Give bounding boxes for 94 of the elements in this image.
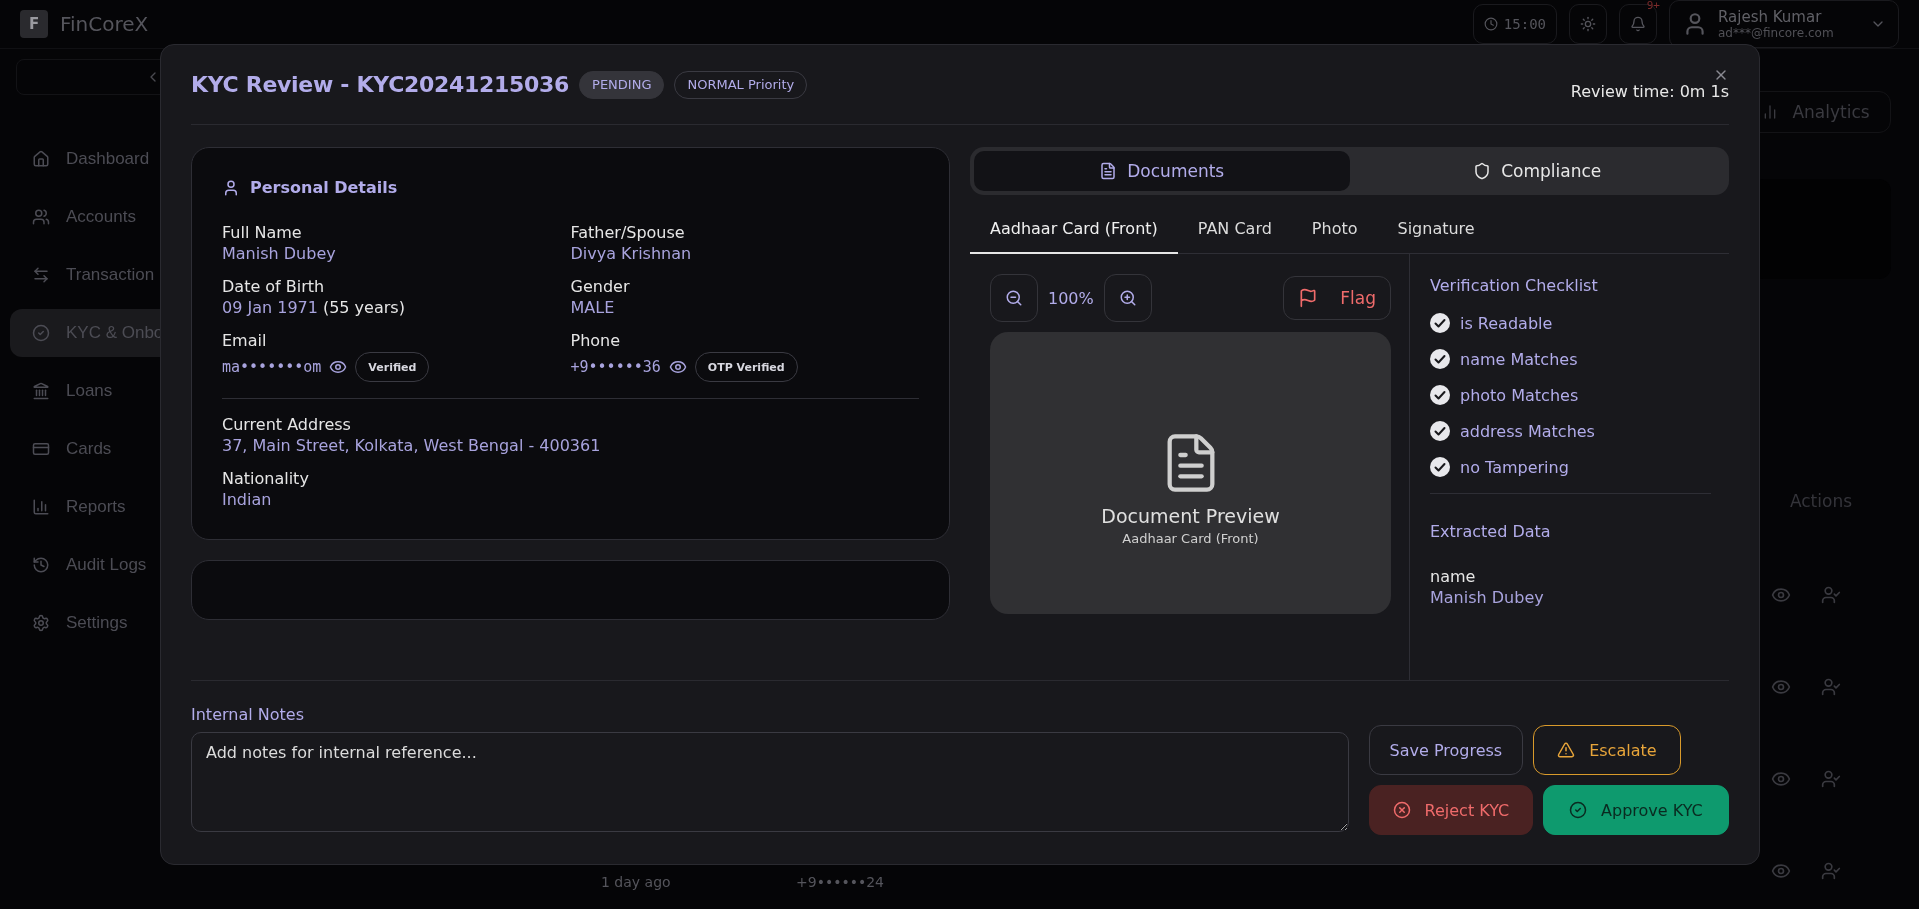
field-label: name xyxy=(1430,567,1477,586)
document-tab[interactable]: Signature xyxy=(1377,209,1495,254)
checklist-label: address Matches xyxy=(1460,421,1595,441)
view-icon[interactable] xyxy=(1771,769,1791,789)
review-time: Review time: 0m 1s xyxy=(1570,82,1729,101)
save-button[interactable]: Save Progress xyxy=(1368,725,1523,775)
zoom-level: 100% xyxy=(1048,288,1094,308)
reject-button[interactable]: Reject KYC xyxy=(1368,785,1533,835)
approve-button[interactable]: Approve KYC xyxy=(1542,785,1729,835)
logo-icon: F xyxy=(20,10,48,38)
x-circle-icon xyxy=(1392,801,1411,819)
document-icon xyxy=(1099,162,1118,180)
field-value: Indian xyxy=(222,490,273,509)
user-check-icon[interactable] xyxy=(1821,585,1841,605)
show-icon[interactable] xyxy=(329,358,348,376)
house-icon xyxy=(32,150,50,168)
masked-value: ma•••••••om xyxy=(222,358,322,376)
sidebar-item[interactable]: Audit Logs xyxy=(10,541,290,589)
card-icon xyxy=(32,440,50,458)
document-tab[interactable]: Photo xyxy=(1291,209,1378,254)
sidebar-label: Dashboard xyxy=(66,149,150,169)
view-tab[interactable]: Compliance xyxy=(1349,151,1725,191)
zoom-out-button[interactable] xyxy=(990,274,1038,322)
status-badge: PENDING xyxy=(579,70,665,99)
flag-button[interactable]: Flag xyxy=(1283,276,1391,320)
brand-name: FinCoreX xyxy=(60,12,149,36)
field-label: Phone xyxy=(570,331,622,350)
field-label: Father/Spouse xyxy=(570,223,686,242)
view-icon[interactable] xyxy=(1771,585,1791,605)
masked-value: +9••••••36 xyxy=(570,358,661,376)
field-label: Full Name xyxy=(222,223,303,242)
table-cell-text: +9••••••24 xyxy=(796,873,885,890)
sidebar-item[interactable]: Settings xyxy=(10,599,290,647)
show-icon[interactable] xyxy=(668,358,687,376)
dialog-title: KYC Review - KYC20241215036 xyxy=(191,72,570,97)
checklist-label: is Readable xyxy=(1460,313,1553,333)
sidebar-label: Transaction xyxy=(66,265,155,285)
field-value: Manish Dubey xyxy=(222,244,337,263)
clock-icon xyxy=(1483,17,1498,31)
section-title: Verification Checklist xyxy=(1430,276,1599,295)
bank-icon xyxy=(32,382,50,400)
age-text: (55 years) xyxy=(322,298,405,317)
sidebar-label: Accounts xyxy=(66,207,136,227)
sidebar-label: Settings xyxy=(66,613,128,633)
field-value: MALE xyxy=(570,298,616,317)
user-email: ad***@fincore.com xyxy=(1718,26,1834,40)
view-tab[interactable]: Documents xyxy=(974,151,1350,191)
user-check-icon[interactable] xyxy=(1821,677,1841,697)
sidebar-label: Cards xyxy=(66,439,112,459)
table-cell-text: 1 day ago xyxy=(601,873,672,890)
field-label: Nationality xyxy=(222,469,310,488)
settings-icon xyxy=(32,614,50,632)
user-icon xyxy=(222,178,240,197)
sidebar-label: Reports xyxy=(66,497,126,517)
notes-label: Internal Notes xyxy=(191,705,305,724)
escalate-button[interactable]: Escalate xyxy=(1532,725,1681,775)
view-icon[interactable] xyxy=(1771,861,1791,881)
check-circle-icon xyxy=(1569,801,1588,819)
sidebar-label: Audit Logs xyxy=(66,555,147,575)
field-label: Current Address xyxy=(222,415,352,434)
preview-title: Document Preview xyxy=(1101,504,1280,527)
notes-field[interactable]: Add notes for internal reference... xyxy=(191,732,1349,832)
field-label: Email xyxy=(222,331,268,350)
preview-subtitle: Aadhaar Card (Front) xyxy=(1122,530,1259,546)
warning-icon xyxy=(1557,741,1576,759)
sun-icon xyxy=(1580,16,1596,32)
section-title: Personal Details xyxy=(250,178,398,197)
check-circle-icon xyxy=(32,324,50,342)
history-icon xyxy=(32,556,50,574)
flag-icon xyxy=(1298,288,1319,308)
view-icon[interactable] xyxy=(1771,677,1791,697)
field-label: Gender xyxy=(570,277,631,296)
field-value: 37, Main Street, Kolkata, West Bengal - 400361 xyxy=(222,436,602,455)
arrows-icon xyxy=(32,266,50,284)
user-name: Rajesh Kumar xyxy=(1718,8,1823,26)
field-value: Manish Dubey xyxy=(1430,588,1545,607)
sidebar-label: Loans xyxy=(66,381,113,401)
checklist-label: photo Matches xyxy=(1460,385,1579,405)
document-tab[interactable]: Aadhaar Card (Front) xyxy=(970,209,1178,254)
checklist-label: no Tampering xyxy=(1460,457,1569,477)
shield-icon xyxy=(1473,162,1492,180)
zoom-in-button[interactable] xyxy=(1103,274,1152,322)
section-title: Extracted Data xyxy=(1430,522,1552,541)
user-check-icon[interactable] xyxy=(1821,769,1841,789)
zoom-out-icon xyxy=(1005,289,1023,307)
users-icon xyxy=(32,208,50,226)
document-tab[interactable]: PAN Card xyxy=(1177,209,1292,254)
bell-icon xyxy=(1630,16,1646,32)
user-check-icon[interactable] xyxy=(1821,861,1841,881)
zoom-in-icon xyxy=(1118,289,1137,307)
checklist-label: name Matches xyxy=(1460,349,1578,369)
bar-chart-icon xyxy=(32,498,50,516)
field-value: Divya Krishnan xyxy=(570,244,693,263)
field-label: Date of Birth xyxy=(222,277,326,296)
